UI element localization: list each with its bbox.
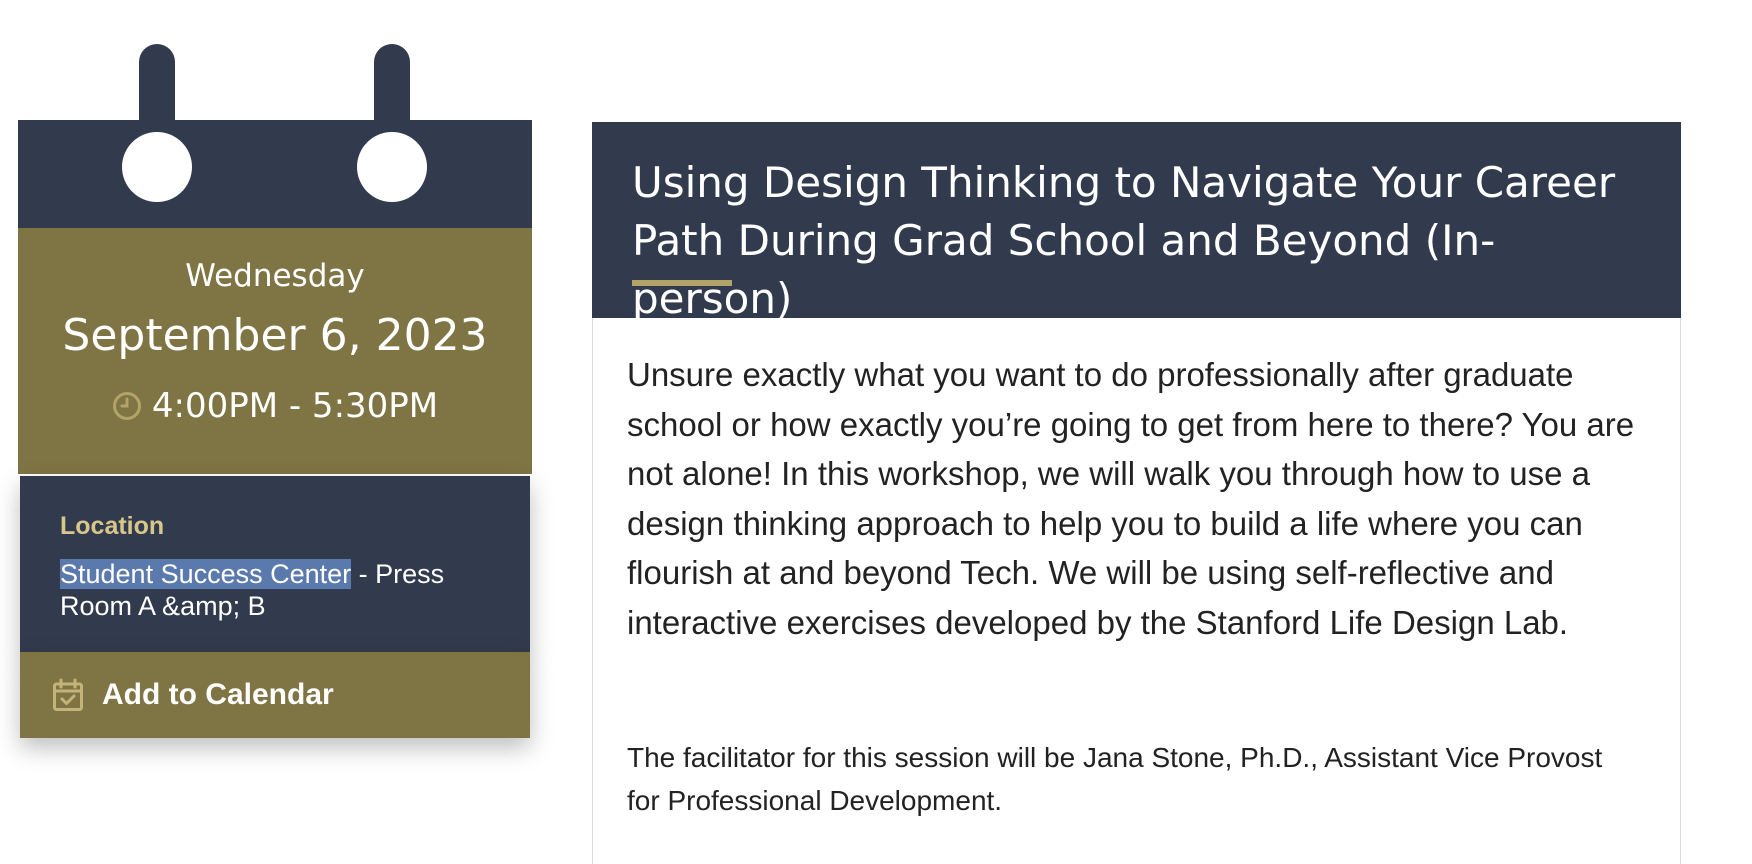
location-text: Student Success Center - Press Room A &a…	[60, 558, 500, 622]
event-title: Using Design Thinking to Navigate Your C…	[632, 158, 1616, 323]
event-time-row: 4:00PM - 5:30PM	[18, 386, 532, 426]
event-time: 4:00PM - 5:30PM	[151, 386, 439, 426]
calendar-check-icon	[53, 678, 83, 711]
location-box: Location Student Success Center - Press …	[20, 476, 530, 652]
title-underline	[632, 280, 732, 286]
calendar-hole-left	[122, 132, 192, 202]
event-body: Unsure exactly what you want to do profe…	[592, 318, 1681, 864]
calendar-ring-left	[139, 44, 175, 144]
event-date: September 6, 2023	[62, 310, 488, 361]
calendar-header	[18, 120, 532, 228]
event-header: Using Design Thinking to Navigate Your C…	[592, 122, 1681, 323]
add-to-calendar-button[interactable]: Add to Calendar	[20, 652, 530, 738]
add-to-calendar-label: Add to Calendar	[102, 678, 334, 711]
location-label: Location	[60, 512, 165, 540]
calendar-hole-right	[357, 132, 427, 202]
event-description: Unsure exactly what you want to do profe…	[627, 356, 1635, 641]
event-weekday: Wednesday	[185, 258, 365, 294]
event-detail-panel: Using Design Thinking to Navigate Your C…	[592, 122, 1681, 864]
location-selected-text: Student Success Center	[60, 559, 352, 589]
calendar-date-panel: Wednesday September 6, 2023 4:00PM - 5:3…	[18, 228, 532, 474]
calendar-ring-right	[374, 44, 410, 144]
event-facilitator: The facilitator for this session will be…	[627, 742, 1603, 816]
clock-icon	[112, 392, 141, 420]
